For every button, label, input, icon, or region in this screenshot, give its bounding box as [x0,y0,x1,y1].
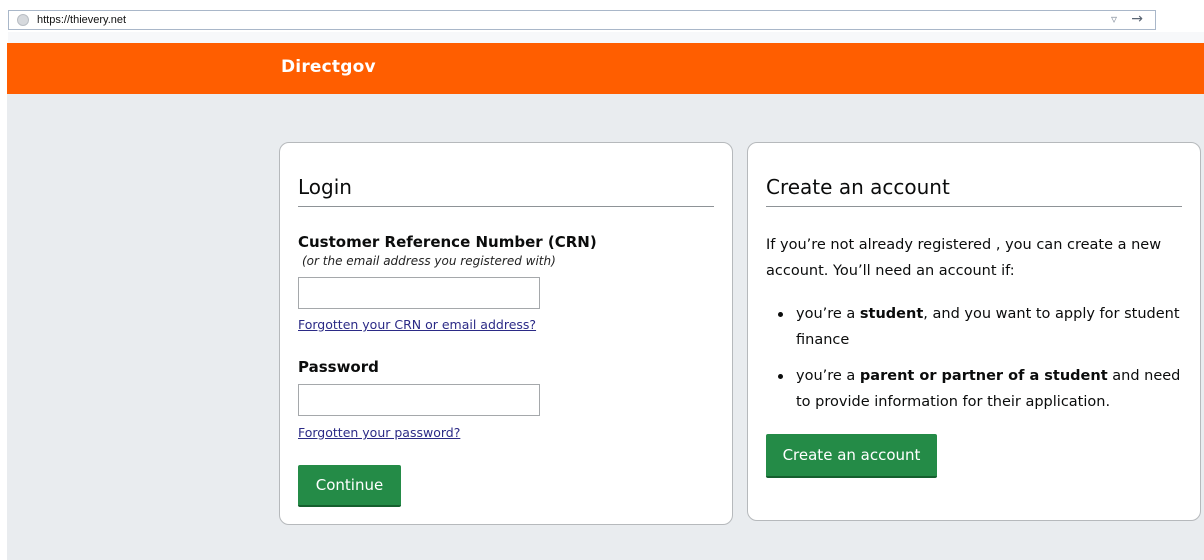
continue-button[interactable]: Continue [298,465,401,507]
create-account-intro: If you’re not already registered , you c… [766,237,1162,279]
go-arrow-icon[interactable]: → [1131,11,1143,27]
crn-label: Customer Reference Number (CRN) [298,233,597,251]
list-item-pre: you’re a [796,306,860,322]
password-label: Password [298,358,379,376]
list-item-bold: parent or partner of a student [859,368,1108,384]
list-item: you’re a parent or partner of a student … [766,363,1186,415]
create-divider [766,206,1182,207]
list-item-pre: you’re a [796,368,860,384]
directgov-logo[interactable]: Directgov [281,57,376,77]
requirements-list: you’re a student, and you want to apply … [766,301,1186,425]
bullet-icon [778,312,783,317]
crn-input[interactable] [298,277,540,309]
list-item-bold: student [859,306,924,322]
create-account-title: Create an account [766,175,950,199]
bullet-icon [778,374,783,379]
login-panel: Login Customer Reference Number (CRN) (o… [279,142,733,525]
create-account-button[interactable]: Create an account [766,434,937,478]
main-content: Login Customer Reference Number (CRN) (o… [7,94,1204,560]
list-item: you’re a student, and you want to apply … [766,301,1186,353]
password-input[interactable] [298,384,540,416]
dropdown-arrow-icon[interactable]: ▿ [1111,12,1117,26]
crn-hint: (or the email address you registered wit… [302,254,556,268]
create-account-panel: Create an account If you’re not already … [747,142,1201,521]
bookmarks-strip [8,32,1204,43]
globe-icon [17,14,29,26]
address-bar[interactable]: https://thievery.net ▿ → [8,10,1156,30]
forgot-crn-link[interactable]: Forgotten your CRN or email address? [298,317,536,332]
forgot-password-link[interactable]: Forgotten your password? [298,425,460,440]
login-title: Login [298,175,352,199]
url-text[interactable]: https://thievery.net [37,13,126,27]
login-divider [298,206,714,207]
site-header: Directgov [7,43,1204,94]
